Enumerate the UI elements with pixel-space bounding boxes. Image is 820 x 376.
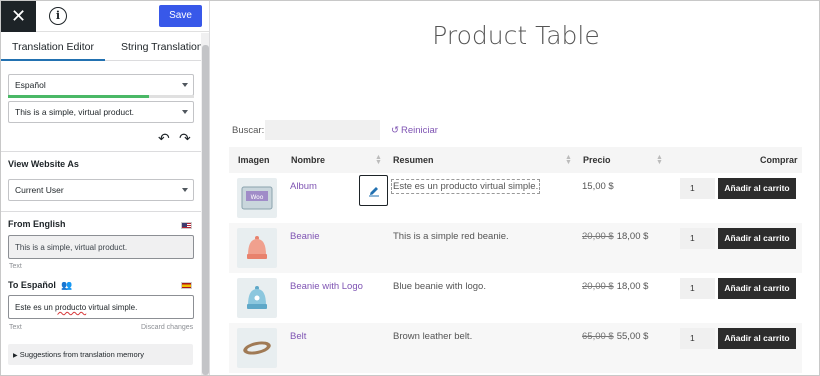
- chevron-down-icon: [182, 188, 188, 192]
- sort-icon[interactable]: ▲ ▼: [565, 154, 572, 166]
- sidebar-tabs: Translation Editor String Translation: [1, 33, 209, 61]
- old-price: 20,00 $: [582, 231, 614, 242]
- product-summary[interactable]: Blue beanie with logo.: [393, 281, 486, 292]
- language-select-value: Español: [15, 80, 46, 90]
- reset-icon: ↺: [391, 125, 399, 136]
- current-price: 18,00 $: [616, 231, 649, 242]
- save-button[interactable]: Save: [159, 5, 202, 27]
- view-as-label: View Website As: [8, 159, 79, 169]
- es-flag-icon: [181, 282, 192, 289]
- search-label: Buscar:: [232, 125, 265, 136]
- add-to-cart-button[interactable]: Añadir al carrito: [718, 328, 796, 349]
- table-row: Beanie with Logo Blue beanie with logo. …: [229, 273, 802, 323]
- translation-text-start: Este es un: [15, 303, 56, 312]
- product-summary[interactable]: This is a simple red beanie.: [393, 231, 509, 242]
- old-price: 20,00 $: [582, 281, 614, 292]
- translation-type-label: Text: [9, 324, 22, 331]
- string-select[interactable]: This is a simple, virtual product.: [8, 101, 194, 123]
- product-name-link[interactable]: Beanie: [290, 231, 320, 242]
- current-price: 15,00 $: [582, 181, 614, 192]
- current-price: 18,00 $: [616, 281, 649, 292]
- edit-pencil-icon[interactable]: [359, 175, 388, 206]
- current-price: 55,00 $: [616, 331, 649, 342]
- product-summary[interactable]: Este es un producto virtual simple.: [390, 179, 541, 194]
- quantity-input[interactable]: 1: [680, 328, 715, 349]
- product-image[interactable]: Woo: [237, 178, 277, 218]
- chevron-down-icon: [182, 83, 188, 87]
- language-select[interactable]: Español: [8, 74, 194, 96]
- quantity-input[interactable]: 1: [680, 278, 715, 299]
- translation-text-area[interactable]: Este es un producto virtual simple.: [8, 295, 194, 319]
- view-as-select-value: Current User: [15, 185, 64, 195]
- translation-progress-bar: [8, 95, 194, 98]
- reset-link[interactable]: ↺ Reiniciar: [391, 125, 438, 136]
- product-name-link[interactable]: Beanie with Logo: [290, 281, 363, 292]
- svg-text:Woo: Woo: [251, 194, 264, 201]
- misspelled-word: producto: [55, 303, 87, 312]
- source-type-label: Text: [9, 263, 22, 270]
- string-select-value: This is a simple, virtual product.: [15, 107, 135, 117]
- product-image[interactable]: [237, 278, 277, 318]
- product-price: 15,00 $: [582, 181, 614, 192]
- page-title: Product Table: [432, 21, 600, 50]
- column-header-price[interactable]: Precio: [583, 155, 611, 165]
- translation-sidebar: ✕ i Save Translation Editor String Trans…: [1, 1, 210, 375]
- column-header-image: Imagen: [238, 155, 270, 165]
- column-header-buy: Comprar: [760, 155, 798, 165]
- to-language-label: To Español: [8, 280, 56, 290]
- table-header: Imagen Nombre ▲ ▼ Resumen ▲ ▼ Precio ▲ ▼ Co…: [229, 147, 802, 173]
- divider: [1, 211, 201, 212]
- divider: [1, 151, 201, 152]
- column-header-name[interactable]: Nombre: [291, 155, 325, 165]
- add-to-cart-button[interactable]: Añadir al carrito: [718, 178, 796, 199]
- translation-text-end: virtual simple.: [86, 303, 138, 312]
- source-text-box: This is a simple, virtual product.: [8, 235, 194, 259]
- product-price: 65,00 $55,00 $: [582, 331, 648, 342]
- product-name-link[interactable]: Album: [290, 181, 317, 192]
- triangle-right-icon: ▶: [13, 353, 18, 359]
- view-as-select[interactable]: Current User: [8, 179, 194, 201]
- sidebar-scrollbar[interactable]: [201, 33, 209, 375]
- app-window: ✕ i Save Translation Editor String Trans…: [0, 0, 820, 376]
- website-preview: Product Table Buscar: ↺ Reiniciar Imagen …: [211, 1, 819, 375]
- table-row: Belt Brown leather belt. 65,00 $55,00 $ …: [229, 323, 802, 373]
- product-image[interactable]: [237, 328, 277, 368]
- old-price: 65,00 $: [582, 331, 614, 342]
- sort-icon[interactable]: ▲ ▼: [375, 154, 382, 166]
- column-header-summary[interactable]: Resumen: [393, 155, 434, 165]
- undo-icon[interactable]: ↶: [158, 130, 170, 147]
- product-image[interactable]: [237, 228, 277, 268]
- from-language-label: From English: [8, 219, 66, 229]
- sort-icon[interactable]: ▲ ▼: [656, 154, 663, 166]
- people-icon: 👥: [61, 280, 73, 290]
- quantity-input[interactable]: 1: [680, 228, 715, 249]
- translation-memory-toggle[interactable]: ▶ Suggestions from translation memory: [8, 344, 193, 365]
- product-price: 20,00 $18,00 $: [582, 231, 648, 242]
- search-input[interactable]: [265, 120, 380, 140]
- product-name-link[interactable]: Belt: [290, 331, 306, 342]
- redo-icon[interactable]: ↷: [179, 130, 191, 147]
- quantity-input[interactable]: 1: [680, 178, 715, 199]
- close-icon[interactable]: ✕: [1, 1, 36, 32]
- sidebar-topbar: ✕ i Save: [1, 1, 209, 32]
- info-icon[interactable]: i: [49, 7, 67, 25]
- discard-changes-link[interactable]: Discard changes: [141, 324, 193, 331]
- translation-memory-label: Suggestions from translation memory: [19, 350, 144, 359]
- scrollbar-thumb[interactable]: [202, 45, 209, 375]
- add-to-cart-button[interactable]: Añadir al carrito: [718, 228, 796, 249]
- table-row: Woo Album Este es un producto virtual si…: [229, 173, 802, 223]
- product-price: 20,00 $18,00 $: [582, 281, 648, 292]
- tab-string-translation[interactable]: String Translation: [111, 33, 209, 61]
- progress-fill: [8, 95, 150, 98]
- us-flag-icon: [181, 222, 192, 229]
- chevron-down-icon: [182, 110, 188, 114]
- reset-label: Reiniciar: [400, 125, 438, 136]
- table-row: Beanie This is a simple red beanie. 20,0…: [229, 223, 802, 273]
- tab-translation-editor[interactable]: Translation Editor: [1, 33, 105, 61]
- add-to-cart-button[interactable]: Añadir al carrito: [718, 278, 796, 299]
- product-summary[interactable]: Brown leather belt.: [393, 331, 472, 342]
